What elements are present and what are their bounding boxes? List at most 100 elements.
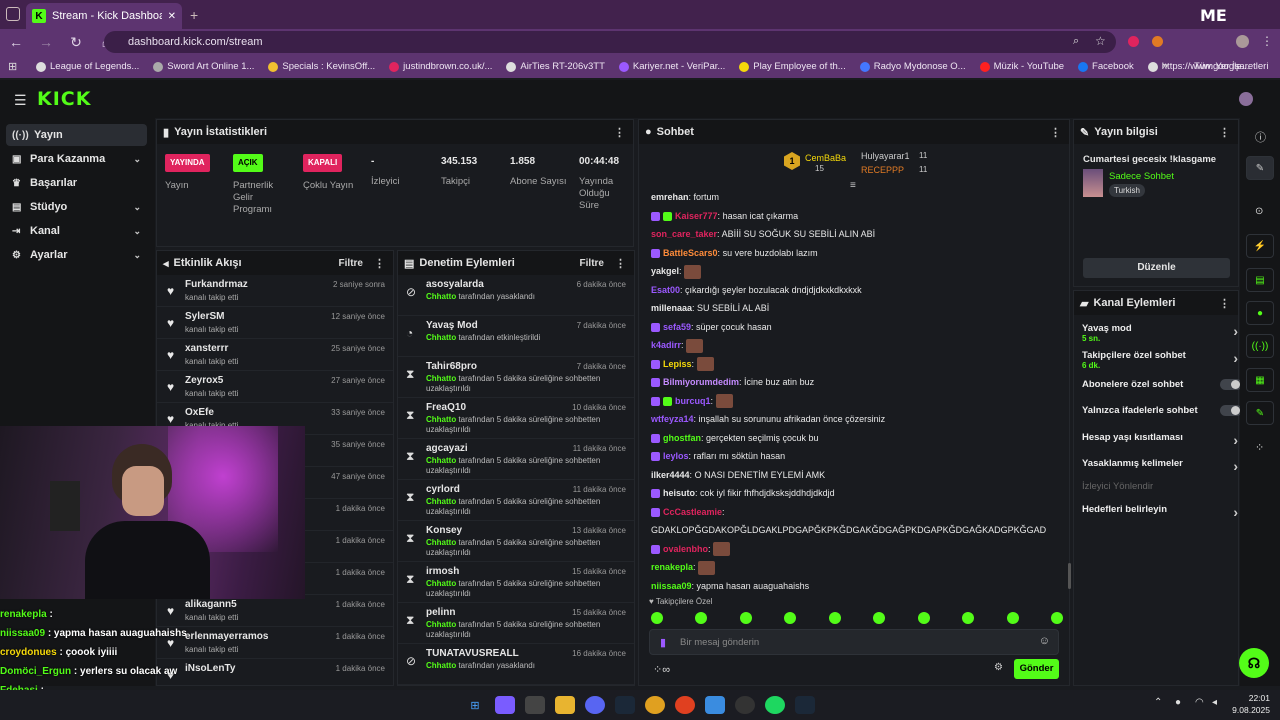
sidebar-item-yayin[interactable]: ((·)) Yayın xyxy=(6,124,147,146)
moderation-row[interactable]: ⧗ cyrlord Chhatto tarafından 5 dakika süre… xyxy=(398,480,634,521)
more-options-icon[interactable]: ⋮ xyxy=(1050,126,1061,139)
chat-username[interactable]: Esat00 xyxy=(651,285,680,295)
clock-date[interactable]: 9.08.2025 xyxy=(1228,705,1270,715)
apps-grid-icon[interactable]: ⊞ xyxy=(8,60,20,73)
chat-username[interactable]: Kaiser777 xyxy=(675,211,718,221)
channel-action-item[interactable]: Yalnızca ifadelerle sohbet xyxy=(1082,405,1242,416)
top-gifter-name[interactable]: Hulyayarar1 xyxy=(861,151,910,161)
moderation-row[interactable]: ⧗ Konsey Chhatto tarafından 5 dakika sürel… xyxy=(398,521,634,562)
moderator-name[interactable]: Chhatto xyxy=(426,374,456,383)
extension-icon[interactable] xyxy=(1128,36,1139,47)
bookmark[interactable]: Facebook xyxy=(1078,61,1134,72)
chat-username[interactable]: leylos xyxy=(663,451,689,461)
moderation-row[interactable]: ⧗ FreaQ10 Chhatto tarafından 5 dakika süre… xyxy=(398,398,634,439)
chat-scrollbar[interactable] xyxy=(1068,563,1071,589)
lightning-icon[interactable]: ⚡ xyxy=(1246,234,1274,258)
more-options-icon[interactable]: ⋮ xyxy=(614,126,625,139)
chat-bubble-icon[interactable]: ● xyxy=(1246,301,1274,325)
moderation-target[interactable]: agcayazi xyxy=(426,443,468,454)
profile-avatar[interactable] xyxy=(1236,35,1249,48)
tray-chevron-icon[interactable]: ⌃ xyxy=(1154,697,1162,708)
chat-input[interactable]: ▮ Bir mesaj gönderin ☺ xyxy=(649,629,1059,655)
moderator-name[interactable]: Chhatto xyxy=(426,415,456,424)
chat-username[interactable]: emrehan xyxy=(651,192,689,202)
activity-row[interactable]: ♥ iNsoLenTy 1 dakika önce xyxy=(157,659,393,685)
github-icon[interactable] xyxy=(735,696,755,714)
quick-emote-icon[interactable] xyxy=(651,612,663,624)
moderator-name[interactable]: Chhatto xyxy=(426,333,456,342)
more-options-icon[interactable]: ⋮ xyxy=(1219,126,1230,139)
moderation-target[interactable]: Konsey xyxy=(426,525,462,536)
edit-icon[interactable]: ✎ xyxy=(1246,156,1274,180)
moderator-name[interactable]: Chhatto xyxy=(426,456,456,465)
new-tab-icon[interactable]: + xyxy=(190,7,198,23)
activity-username[interactable]: xansterrr xyxy=(185,343,228,354)
activity-username[interactable]: iNsoLenTy xyxy=(185,663,235,674)
edit-button[interactable]: Düzenle xyxy=(1083,258,1230,278)
steam-icon[interactable] xyxy=(795,696,815,714)
chat-username[interactable]: niissaa09 xyxy=(651,581,692,591)
store-icon[interactable] xyxy=(525,696,545,714)
microphone-icon[interactable]: ▮ xyxy=(660,636,666,649)
chat-username[interactable]: BattleScars0 xyxy=(663,248,718,258)
kick-logo[interactable]: KICK xyxy=(37,88,91,110)
more-options-icon[interactable]: ⋮ xyxy=(1219,297,1230,310)
moderation-target[interactable]: asosyalarda xyxy=(426,279,484,290)
channel-action-item[interactable]: Yavaş mod 5 sn. › xyxy=(1082,323,1238,343)
channel-action-item[interactable]: Abonelere özel sohbet xyxy=(1082,379,1242,390)
folder-icon[interactable] xyxy=(555,696,575,714)
sidebar-item-kanal[interactable]: ⇥ Kanal ⌄ xyxy=(6,220,147,242)
moderator-name[interactable]: Chhatto xyxy=(426,579,456,588)
moderation-target[interactable]: cyrlord xyxy=(426,484,460,495)
activity-row[interactable]: ♥ SylerSM kanalı takip etti 12 saniye önce xyxy=(157,307,393,339)
all-bookmarks[interactable]: Tüm Yer İşaretleri xyxy=(1194,61,1268,72)
bookmark[interactable]: Kariyer.net - VeriPar... xyxy=(618,61,725,72)
wrench-icon[interactable]: ✎ xyxy=(1246,401,1274,425)
moderator-name[interactable]: Chhatto xyxy=(426,538,456,547)
chat-username[interactable]: k4adirr xyxy=(651,340,681,350)
document-icon[interactable]: ▤ xyxy=(1246,268,1274,292)
more-options-icon[interactable]: ⋮ xyxy=(374,257,385,270)
chat-username[interactable]: CcCastleamie xyxy=(663,507,722,517)
activity-username[interactable]: Furkandrmaz xyxy=(185,279,248,290)
chat-username[interactable]: son_care_taker xyxy=(651,229,717,239)
mic-tray-icon[interactable]: ● xyxy=(1175,697,1181,708)
channel-action-item[interactable]: Hedefleri belirleyin › xyxy=(1082,504,1238,520)
back-icon[interactable]: ← xyxy=(8,34,24,50)
chat-username[interactable]: ilker4444 xyxy=(651,470,690,480)
moderator-name[interactable]: Chhatto xyxy=(426,661,456,670)
moderation-target[interactable]: FreaQ10 xyxy=(426,402,466,413)
copilot-icon[interactable] xyxy=(495,696,515,714)
chat-username[interactable]: burcuq1 xyxy=(675,396,711,406)
channel-action-item[interactable]: Yasaklanmış kelimeler › xyxy=(1082,458,1238,474)
url-bar[interactable]: dashboard.kick.com/stream xyxy=(104,31,1116,53)
top-gifter-name[interactable]: CemBaBa xyxy=(805,153,846,163)
moderation-row[interactable]: ⧗ irmosh Chhatto tarafından 5 dakika sürel… xyxy=(398,562,634,603)
moderator-name[interactable]: Chhatto xyxy=(426,620,456,629)
broadcast-icon[interactable]: ((·)) xyxy=(1246,334,1274,358)
chat-settings-icon[interactable]: ⁘∞ xyxy=(653,663,670,676)
quick-emote-icon[interactable] xyxy=(784,612,797,624)
channel-action-item[interactable]: Hesap yaşı kısıtlaması › xyxy=(1082,432,1238,448)
filter-button[interactable]: Filtre xyxy=(580,258,604,269)
sidebar-item-para-kazanma[interactable]: ▣ Para Kazanma ⌄ xyxy=(6,148,147,170)
activity-row[interactable]: ♥ alikagann5 kanalı takip etti 1 dakika önc… xyxy=(157,595,393,627)
moderator-name[interactable]: Chhatto xyxy=(426,292,456,301)
sidebar-item-studyo[interactable]: ▤ Stüdyo ⌄ xyxy=(6,196,147,218)
chat-username[interactable]: renakepla xyxy=(651,562,693,572)
chat-username[interactable]: wtfeyza14 xyxy=(651,414,694,424)
spotify-icon[interactable] xyxy=(765,696,785,714)
more-options-icon[interactable]: ⋮ xyxy=(615,257,626,270)
discord-icon[interactable] xyxy=(585,696,605,714)
bookmark[interactable]: Sword Art Online 1... xyxy=(153,61,254,72)
close-tab-icon[interactable]: ✕ xyxy=(168,11,176,22)
activity-username[interactable]: OxEfe xyxy=(185,407,214,418)
activity-row[interactable]: ♥ xansterrr kanalı takip etti 25 saniye önc… xyxy=(157,339,393,371)
clock-time[interactable]: 22:01 xyxy=(1240,693,1270,703)
forward-icon[interactable]: → xyxy=(38,34,54,50)
bookmark[interactable]: justindbrown.co.uk/... xyxy=(389,61,492,72)
activity-row[interactable]: ♥ Furkandrmaz kanalı takip etti 2 saniye so… xyxy=(157,275,393,307)
quick-emote-icon[interactable] xyxy=(917,612,930,624)
info-icon[interactable]: ⓘ xyxy=(1255,129,1266,145)
more-bookmarks-icon[interactable]: » xyxy=(1162,60,1168,72)
